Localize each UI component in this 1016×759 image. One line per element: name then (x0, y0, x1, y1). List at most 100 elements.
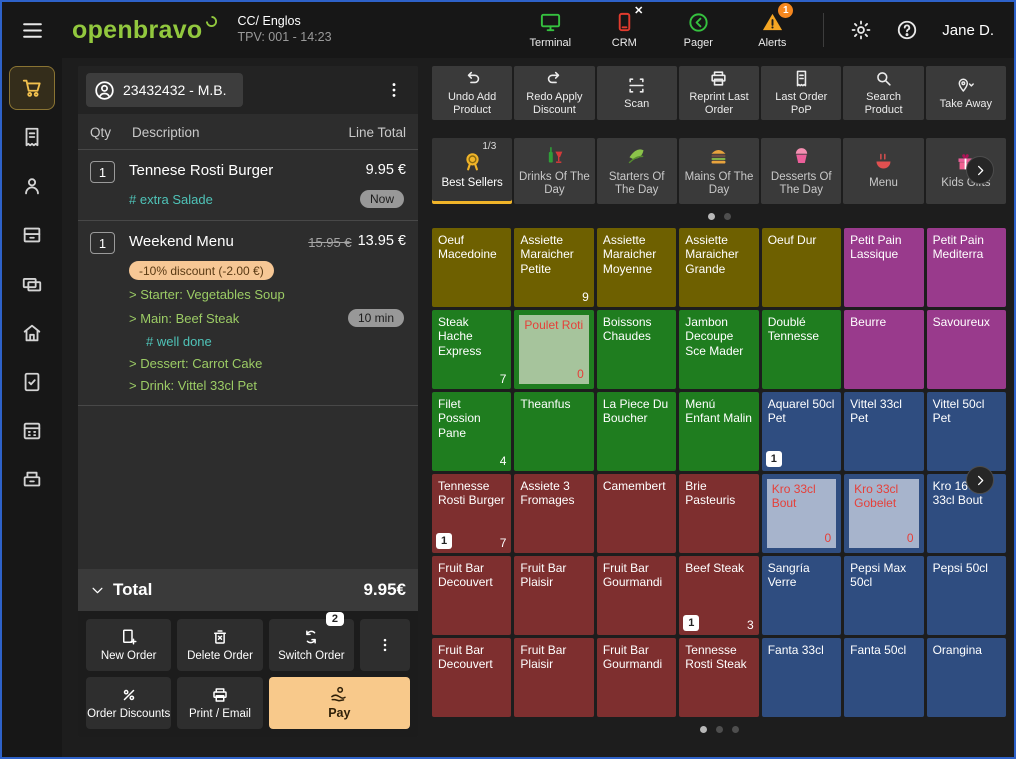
user-menu[interactable]: Jane D. (942, 22, 994, 39)
switch-order-badge: 2 (326, 612, 344, 626)
print-email-button[interactable]: Print / Email (177, 677, 262, 729)
settings-button[interactable] (838, 19, 884, 41)
ticket-more-button[interactable] (360, 619, 410, 671)
product-tile-oeuf-dur[interactable]: Oeuf Dur (762, 228, 841, 307)
product-tile-oeuf-macedoine[interactable]: Oeuf Macedoine (432, 228, 511, 307)
product-tile-poulet-roti[interactable]: Poulet Roti0 (514, 310, 593, 389)
status-badge: 1 (778, 3, 793, 18)
help-button[interactable] (884, 19, 930, 41)
products-next-button[interactable] (966, 466, 994, 494)
order-discounts-button[interactable]: Order Discounts (86, 677, 171, 729)
sidebar-item-cash-drawer[interactable] (9, 458, 55, 502)
tab-starters-of-the-day[interactable]: Starters Of The Day (597, 138, 677, 204)
sidebar-item-orders[interactable] (9, 115, 55, 159)
category-dots (432, 213, 1006, 220)
ticket-lines: 1Tennese Rosti Burger9.95 €# extra Salad… (78, 150, 418, 569)
tab-best-sellers[interactable]: 1/3Best Sellers (432, 138, 512, 204)
ticket-line[interactable]: 1Weekend Menu15.95 €13.95 €-10% discount… (78, 221, 418, 406)
sidebar-item-cart[interactable] (9, 66, 55, 110)
product-tile-aquarel-50cl-pet[interactable]: Aquarel 50cl Pet1 (762, 392, 841, 471)
ticket-panel: 23432432 - M.B. Qty Description Line Tot… (78, 66, 418, 737)
product-tile-beurre[interactable]: Beurre (844, 310, 923, 389)
tab-drinks-of-the-day[interactable]: Drinks Of The Day (514, 138, 594, 204)
product-name: Boissons Chaudes (603, 315, 670, 344)
hamburger-button[interactable] (2, 18, 62, 43)
product-tile-assiete-3-fromages[interactable]: Assiete 3 Fromages (514, 474, 593, 553)
product-tile-fanta-33cl[interactable]: Fanta 33cl (762, 638, 841, 717)
product-tile-la-piece-du-boucher[interactable]: La Piece Du Boucher (597, 392, 676, 471)
sidebar-item-store[interactable] (9, 311, 55, 355)
product-tile-men-enfant-malin[interactable]: Menú Enfant Malin (679, 392, 758, 471)
sidebar-item-customers[interactable] (9, 164, 55, 208)
product-tile-assiette-maraicher-petite[interactable]: Assiette Maraicher Petite9 (514, 228, 593, 307)
search-product-button[interactable]: Search Product (843, 66, 923, 120)
product-tile-theanfus[interactable]: Theanfus (514, 392, 593, 471)
crm-button[interactable]: ✕CRM (587, 11, 661, 49)
terminal-button[interactable]: Terminal (513, 11, 587, 49)
button-label: Switch Order (278, 650, 344, 663)
product-tile-fruit-bar-plaisir[interactable]: Fruit Bar Plaisir (514, 556, 593, 635)
product-tile-steak-hache-express[interactable]: Steak Hache Express7 (432, 310, 511, 389)
product-tile-assiette-maraicher-grande[interactable]: Assiette Maraicher Grande (679, 228, 758, 307)
product-tile-camembert[interactable]: Camembert (597, 474, 676, 553)
undo-add-product-button[interactable]: Undo Add Product (432, 66, 512, 120)
product-tile-vittel-33cl-pet[interactable]: Vittel 33cl Pet (844, 392, 923, 471)
line-price: 13.95 € (358, 232, 406, 249)
product-tile-pepsi-50cl[interactable]: Pepsi 50cl (927, 556, 1006, 635)
note-text: > Dessert: Carrot Cake (129, 356, 262, 371)
take-away-button[interactable]: Take Away (926, 66, 1006, 120)
last-order-pop-button[interactable]: Last Order PoP (761, 66, 841, 120)
product-tile-kro-33cl-bout[interactable]: Kro 33cl Bout0 (762, 474, 841, 553)
product-tile-beef-steak[interactable]: Beef Steak13 (679, 556, 758, 635)
product-tile-sangr-a-verre[interactable]: Sangría Verre (762, 556, 841, 635)
product-tile-savoureux[interactable]: Savoureux (927, 310, 1006, 389)
total-row[interactable]: Total 9.95€ (78, 569, 418, 611)
product-tile-kro-33cl-gobelet[interactable]: Kro 33cl Gobelet0 (844, 474, 923, 553)
documents-icon (21, 371, 43, 393)
tab-menu[interactable]: Menu (843, 138, 923, 204)
product-tile-fruit-bar-plaisir[interactable]: Fruit Bar Plaisir (514, 638, 593, 717)
delete-order-button[interactable]: Delete Order (177, 619, 262, 671)
tab-mains-of-the-day[interactable]: Mains Of The Day (679, 138, 759, 204)
pager-button[interactable]: Pager (661, 11, 735, 49)
product-tile-tennesse-rosti-burger[interactable]: Tennesse Rosti Burger17 (432, 474, 511, 553)
tab-desserts-of-the-day[interactable]: Desserts Of The Day (761, 138, 841, 204)
redo-apply-discount-button[interactable]: Redo Apply Discount (514, 66, 594, 120)
sidebar-item-documents[interactable] (9, 360, 55, 404)
product-tile-petit-pain-lassique[interactable]: Petit Pain Lassique (844, 228, 923, 307)
product-tile-brie-pasteuris[interactable]: Brie Pasteuris (679, 474, 758, 553)
product-tile-jambon-decoupe-sce-mader[interactable]: Jambon Decoupe Sce Mader (679, 310, 758, 389)
product-tile-fruit-bar-gourmandi[interactable]: Fruit Bar Gourmandi (597, 638, 676, 717)
new-order-button[interactable]: New Order (86, 619, 171, 671)
product-tile-pepsi-max-50cl[interactable]: Pepsi Max 50cl (844, 556, 923, 635)
scan-button[interactable]: Scan (597, 66, 677, 120)
product-tile-orangina[interactable]: Orangina (927, 638, 1006, 717)
product-tile-fanta-50cl[interactable]: Fanta 50cl (844, 638, 923, 717)
ticket-line[interactable]: 1Tennese Rosti Burger9.95 €# extra Salad… (78, 150, 418, 221)
product-tile-filet-possion-pane[interactable]: Filet Possion Pane4 (432, 392, 511, 471)
pay-button[interactable]: Pay (269, 677, 410, 729)
reprint-icon (709, 69, 728, 88)
product-tile-assiette-maraicher-moyenne[interactable]: Assiette Maraicher Moyenne (597, 228, 676, 307)
categories-next-button[interactable] (966, 156, 994, 184)
product-name: Beurre (850, 315, 917, 329)
sidebar-item-drawer[interactable] (9, 213, 55, 257)
logo-text: openbravo (72, 18, 203, 43)
button-label: Print / Email (189, 708, 251, 721)
product-tile-vittel-50cl-pet[interactable]: Vittel 50cl Pet (927, 392, 1006, 471)
alerts-button[interactable]: 1Alerts (735, 11, 809, 49)
product-tile-fruit-bar-gourmandi[interactable]: Fruit Bar Gourmandi (597, 556, 676, 635)
product-tile-fruit-bar-decouvert[interactable]: Fruit Bar Decouvert (432, 638, 511, 717)
switch-order-button[interactable]: 2 Switch Order (269, 619, 354, 671)
product-tile-petit-pain-mediterra[interactable]: Petit Pain Mediterra (927, 228, 1006, 307)
sidebar-item-register[interactable] (9, 409, 55, 453)
reprint-last-order-button[interactable]: Reprint Last Order (679, 66, 759, 120)
product-tile-doubl-tennesse[interactable]: Doublé Tennesse (762, 310, 841, 389)
product-tile-boissons-chaudes[interactable]: Boissons Chaudes (597, 310, 676, 389)
ticket-menu-button[interactable] (378, 80, 410, 100)
customer-button[interactable]: 23432432 - M.B. (86, 73, 243, 107)
product-tile-tennesse-rosti-steak[interactable]: Tennesse Rosti Steak (679, 638, 758, 717)
product-name: Assiette Maraicher Grande (685, 233, 752, 276)
product-tile-fruit-bar-decouvert[interactable]: Fruit Bar Decouvert (432, 556, 511, 635)
sidebar-item-payments[interactable] (9, 262, 55, 306)
